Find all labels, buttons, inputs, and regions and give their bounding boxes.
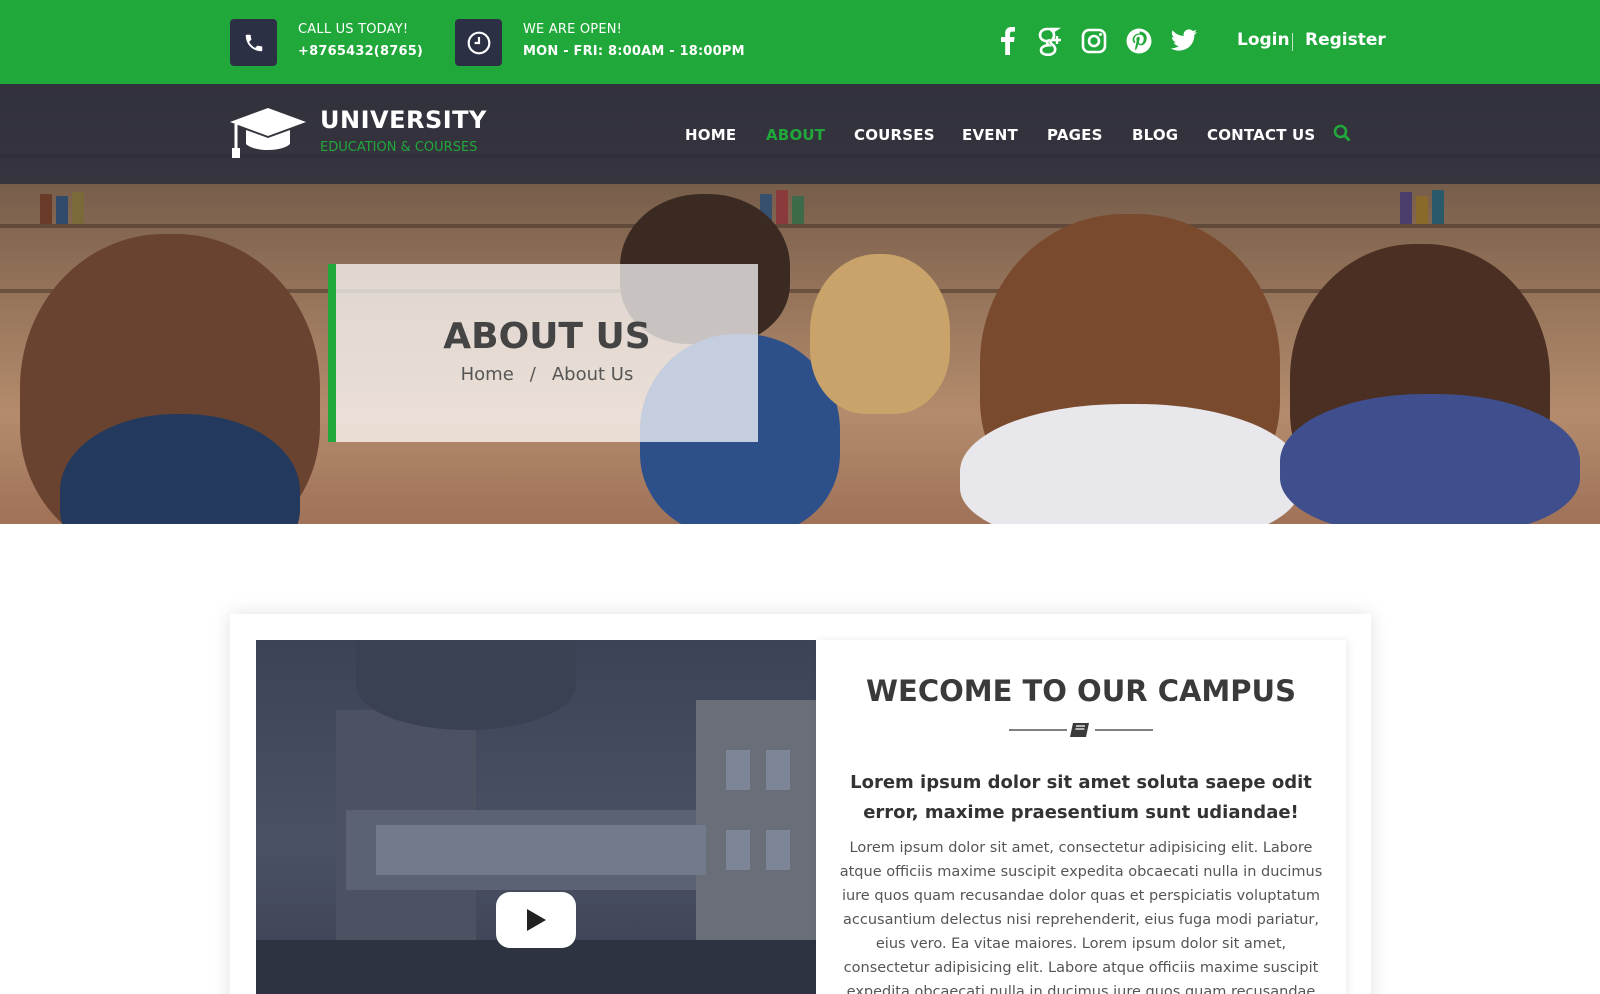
twitter-icon[interactable] (1167, 24, 1201, 58)
hours-label: WE ARE OPEN! (523, 22, 623, 37)
title-divider (1009, 720, 1153, 740)
instagram-icon[interactable] (1077, 24, 1111, 58)
nav-pages[interactable]: PAGES (1047, 126, 1103, 144)
welcome-title: WECOME TO OUR CAMPUS (866, 674, 1296, 708)
breadcrumb: Home / About Us (336, 364, 758, 385)
logo-title: UNIVERSITY (320, 106, 487, 134)
nav-contact-us[interactable]: CONTACT US (1207, 126, 1315, 144)
call-label: CALL US TODAY! (298, 22, 409, 37)
register-link[interactable]: Register (1305, 30, 1386, 50)
welcome-lead: Lorem ipsum dolor sit amet soluta saepe … (850, 772, 1312, 823)
facebook-icon[interactable] (991, 24, 1025, 58)
hero-banner: UNIVERSITY EDUCATION & COURSES HOME ABOU… (0, 84, 1600, 524)
welcome-content: WECOME TO OUR CAMPUS Lorem ipsum dolor s… (816, 640, 1346, 994)
nav-courses[interactable]: COURSES (854, 126, 935, 144)
hours-value: MON - FRI: 8:00AM - 18:00PM (523, 44, 745, 59)
breadcrumb-separator: / (529, 364, 536, 385)
google-plus-icon[interactable] (1032, 24, 1066, 58)
call-number[interactable]: +8765432(8765) (298, 44, 423, 59)
welcome-body: Lorem ipsum dolor sit amet, consectetur … (839, 840, 1323, 994)
nav-about[interactable]: ABOUT (766, 126, 825, 144)
nav-blog[interactable]: BLOG (1132, 126, 1178, 144)
breadcrumb-home[interactable]: Home (461, 364, 514, 385)
graduation-cap-icon (230, 108, 306, 158)
breadcrumb-current: About Us (551, 364, 634, 385)
nav-home[interactable]: HOME (685, 126, 736, 144)
logo-subtitle: EDUCATION & COURSES (320, 140, 478, 155)
top-bar: CALL US TODAY! +8765432(8765) WE ARE OPE… (0, 0, 1600, 84)
book-icon (1070, 723, 1089, 737)
clock-icon (455, 19, 502, 66)
search-icon[interactable] (1333, 124, 1353, 144)
page-title-box: ABOUT US Home / About Us (328, 264, 758, 442)
welcome-section: WECOME TO OUR CAMPUS Lorem ipsum dolor s… (230, 614, 1371, 994)
phone-icon (230, 19, 277, 66)
play-button[interactable] (496, 892, 576, 948)
pinterest-icon[interactable] (1122, 24, 1156, 58)
play-icon (527, 909, 546, 931)
main-navbar: UNIVERSITY EDUCATION & COURSES HOME ABOU… (0, 84, 1600, 184)
campus-video[interactable] (256, 640, 816, 994)
auth-divider (1292, 33, 1293, 51)
login-link[interactable]: Login (1237, 30, 1290, 50)
nav-event[interactable]: EVENT (962, 126, 1018, 144)
page-title: ABOUT US (443, 316, 651, 357)
